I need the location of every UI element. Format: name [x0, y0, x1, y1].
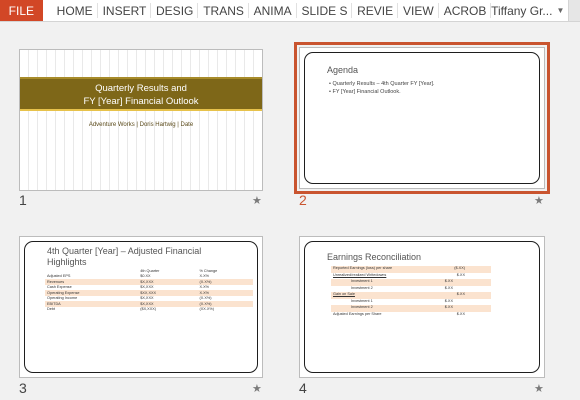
ribbon-tab-bar: FILE HOME INSERT DESIG TRANS ANIMA SLIDE… — [0, 0, 580, 22]
tab-insert[interactable]: INSERT — [98, 0, 150, 21]
tab-animations[interactable]: ANIMA — [249, 0, 296, 21]
slide-background — [20, 50, 262, 190]
tab-slide-show[interactable]: SLIDE S — [296, 0, 351, 21]
tab-transitions[interactable]: TRANS — [198, 0, 247, 21]
tab-review[interactable]: REVIE — [352, 0, 397, 21]
star-icon[interactable]: ★ — [252, 382, 262, 395]
slide-bullets: Quarterly Results – 4th Quarter FY [Year… — [329, 80, 435, 96]
tab-view[interactable]: VIEW — [398, 0, 438, 21]
slide-thumbnail-4[interactable]: Earnings Reconciliation Reported Earning… — [299, 236, 545, 378]
table-cell: ($X,XXX) — [140, 307, 157, 312]
user-account[interactable]: Tiffany Gr... ▼ — [491, 0, 568, 21]
star-icon[interactable]: ★ — [534, 382, 544, 395]
slide-title: Earnings Reconciliation — [327, 252, 422, 262]
star-icon[interactable]: ★ — [252, 194, 262, 207]
table-cell: Adjusted Earnings per Share — [333, 311, 382, 316]
table-cell: (XX.X%) — [199, 307, 215, 312]
slide-number: 3 — [19, 380, 27, 396]
table-cell: $.XX — [456, 311, 465, 316]
slide-thumbnail-2[interactable]: Agenda Quarterly Results – 4th Quarter F… — [294, 42, 550, 194]
star-icon[interactable]: ★ — [534, 194, 544, 207]
slide-number: 4 — [299, 380, 307, 396]
tab-acrobat[interactable]: ACROB — [439, 0, 490, 21]
bullet-item: FY [Year] Financial Outlook. — [329, 88, 435, 96]
table-row: Adjusted Earnings per Share $.XX — [331, 312, 491, 319]
slide-title-line: FY [Year] Financial Outlook — [83, 96, 199, 107]
bullet-item: Quarterly Results – 4th Quarter FY [Year… — [329, 80, 434, 88]
slide-frame: 4th Quarter [Year] – Adjusted Financial … — [24, 241, 258, 373]
table-row: Debt ($X,XXX) (XX.X%) — [45, 307, 253, 313]
slide-number: 1 — [19, 192, 27, 208]
vertical-scrollbar[interactable] — [568, 22, 580, 400]
slide-subtitle: Adventure Works | Doris Hartwig | Date — [88, 122, 194, 128]
tab-file[interactable]: FILE — [0, 0, 43, 21]
chevron-down-icon: ▼ — [556, 6, 565, 15]
slide-thumbnail-1[interactable]: Quarterly Results and FY [Year] Financia… — [19, 49, 263, 191]
slide-number: 2 — [299, 192, 307, 208]
table-cell: Debt — [47, 307, 56, 312]
ribbon-scroll-strip — [568, 0, 580, 21]
user-name: Tiffany Gr... — [491, 3, 553, 18]
slide-sorter: Quarterly Results and FY [Year] Financia… — [0, 22, 580, 400]
slide-title: Agenda — [327, 65, 359, 75]
slide-title-line: Quarterly Results and — [95, 83, 187, 94]
tab-design[interactable]: DESIG — [151, 0, 197, 21]
slide-frame: Earnings Reconciliation Reported Earning… — [304, 241, 540, 373]
slide-thumbnail-3[interactable]: 4th Quarter [Year] – Adjusted Financial … — [19, 236, 263, 378]
slide-title: 4th Quarter [Year] – Adjusted Financial … — [47, 246, 202, 267]
slide-title-band: Quarterly Results and FY [Year] Financia… — [20, 77, 262, 111]
tab-home[interactable]: HOME — [43, 0, 97, 21]
slide-table: 4th Quarter % Change Adjusted EPS $0.XX … — [45, 268, 253, 312]
slide-frame: Agenda Quarterly Results – 4th Quarter F… — [304, 52, 540, 184]
